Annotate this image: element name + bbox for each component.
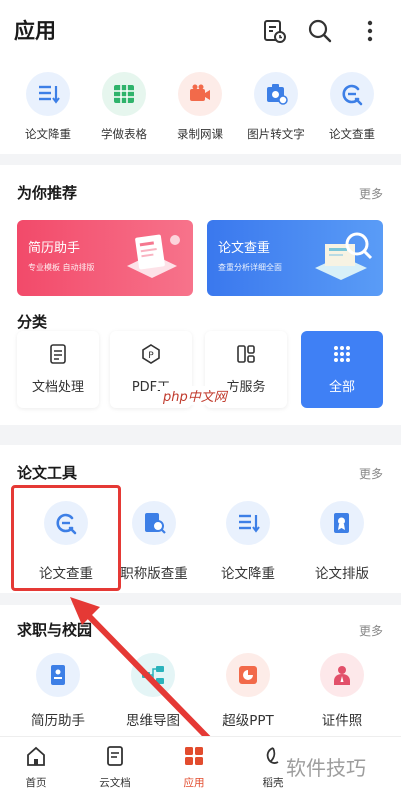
id-photo-icon [320, 653, 364, 697]
document-badge-icon [320, 501, 364, 545]
category-label: 文档处理 [31, 380, 84, 395]
nav-label: 首页 [25, 777, 47, 789]
quick-tool-table[interactable]: 学做表格 [84, 72, 164, 142]
document-search-icon [132, 501, 176, 545]
banner-paper-check[interactable]: 论文查重 查重分析详细全面 [207, 220, 383, 296]
red-arrow-annotation [70, 597, 213, 743]
more-vertical-icon[interactable] [357, 18, 383, 44]
quick-tools-bar: 论文降重 学做表格 录制网课 图片转文字 论文查重 [0, 62, 401, 154]
banner-subtitle: 查重分析详细全面 [218, 263, 282, 272]
paper-tool-format[interactable]: 论文排版 [294, 501, 390, 582]
job-tool-id-photo[interactable]: 证件照 [294, 653, 390, 729]
more-link-paper-tools[interactable]: 更多 [359, 465, 383, 482]
category-document-processing[interactable]: 文档处理 [17, 331, 99, 408]
document-icon [17, 343, 99, 367]
section-title-category: 分类 [17, 313, 48, 331]
section-title-paper-tools: 论文工具 [17, 464, 78, 482]
video-camera-icon [178, 72, 222, 116]
paper-tool-label: 论文排版 [315, 566, 369, 582]
quick-tool-record-course[interactable]: 录制网课 [160, 72, 240, 142]
page-title: 应用 [14, 19, 56, 43]
nav-apps[interactable]: 应用 [159, 745, 229, 790]
quick-tool-label: 图片转文字 [247, 127, 305, 141]
watermark-text: 软件技巧 [286, 756, 366, 780]
nav-label: 应用 [183, 777, 205, 789]
quick-tool-paper-reduce[interactable]: 论文降重 [8, 72, 88, 142]
nav-home[interactable]: 首页 [1, 745, 71, 790]
search-check-icon [330, 72, 374, 116]
table-icon [102, 72, 146, 116]
more-link-recommend[interactable]: 更多 [359, 185, 383, 202]
search-icon[interactable] [307, 18, 333, 44]
resume-illustration-icon [127, 234, 180, 278]
docer-icon [266, 747, 279, 764]
svg-text:P: P [148, 351, 154, 361]
paper-check-illustration-icon [315, 232, 373, 280]
quick-tool-label: 录制网课 [177, 127, 223, 141]
banner-resume-assistant[interactable]: 简历助手 专业模板 自动排版 [17, 220, 193, 296]
paper-tool-label: 论文降重 [221, 566, 275, 582]
quick-tool-label: 论文查重 [329, 127, 375, 141]
nav-label: 云文档 [99, 777, 131, 789]
quick-tool-image-to-text[interactable]: 图片转文字 [236, 72, 316, 142]
php-watermark-overlay: php中文网 [160, 386, 230, 405]
apps-icon [185, 747, 203, 765]
highlight-box [11, 485, 121, 591]
paper-tool-reduce[interactable]: 论文降重 [200, 501, 296, 582]
recommend-card: 为你推荐 更多 简历助手 专业模板 自动排版 论文查重 查重分析详细全面 分类 [0, 165, 401, 425]
cloud-doc-icon [107, 746, 123, 766]
section-title-recommend: 为你推荐 [17, 184, 78, 202]
home-icon [27, 746, 45, 766]
file-history-icon[interactable] [261, 18, 287, 44]
app-header: 应用 [0, 0, 401, 62]
banner-title: 论文查重 [218, 241, 271, 256]
list-down-icon [26, 72, 70, 116]
list-down-icon [226, 501, 270, 545]
quick-tool-label: 学做表格 [101, 127, 147, 141]
quick-tool-label: 论文降重 [25, 127, 71, 141]
quick-tool-paper-check[interactable]: 论文查重 [312, 72, 392, 142]
nav-cloud-docs[interactable]: 云文档 [80, 745, 150, 790]
ppt-icon [226, 653, 270, 697]
grid-panel-icon [205, 343, 287, 367]
paper-tools-card: 论文工具 更多 论文查重 职称版查重 论文降重 论文排版 [0, 445, 401, 593]
more-link-job-campus[interactable]: 更多 [359, 622, 383, 639]
category-all[interactable]: 全部 [301, 331, 383, 408]
category-label: 全部 [328, 380, 355, 395]
banner-title: 简历助手 [28, 241, 81, 256]
banner-subtitle: 专业模板 自动排版 [28, 263, 95, 272]
image-text-icon [254, 72, 298, 116]
job-tool-label: 证件照 [321, 713, 363, 729]
dots-grid-icon [301, 343, 383, 367]
pdf-icon: P [110, 343, 192, 367]
